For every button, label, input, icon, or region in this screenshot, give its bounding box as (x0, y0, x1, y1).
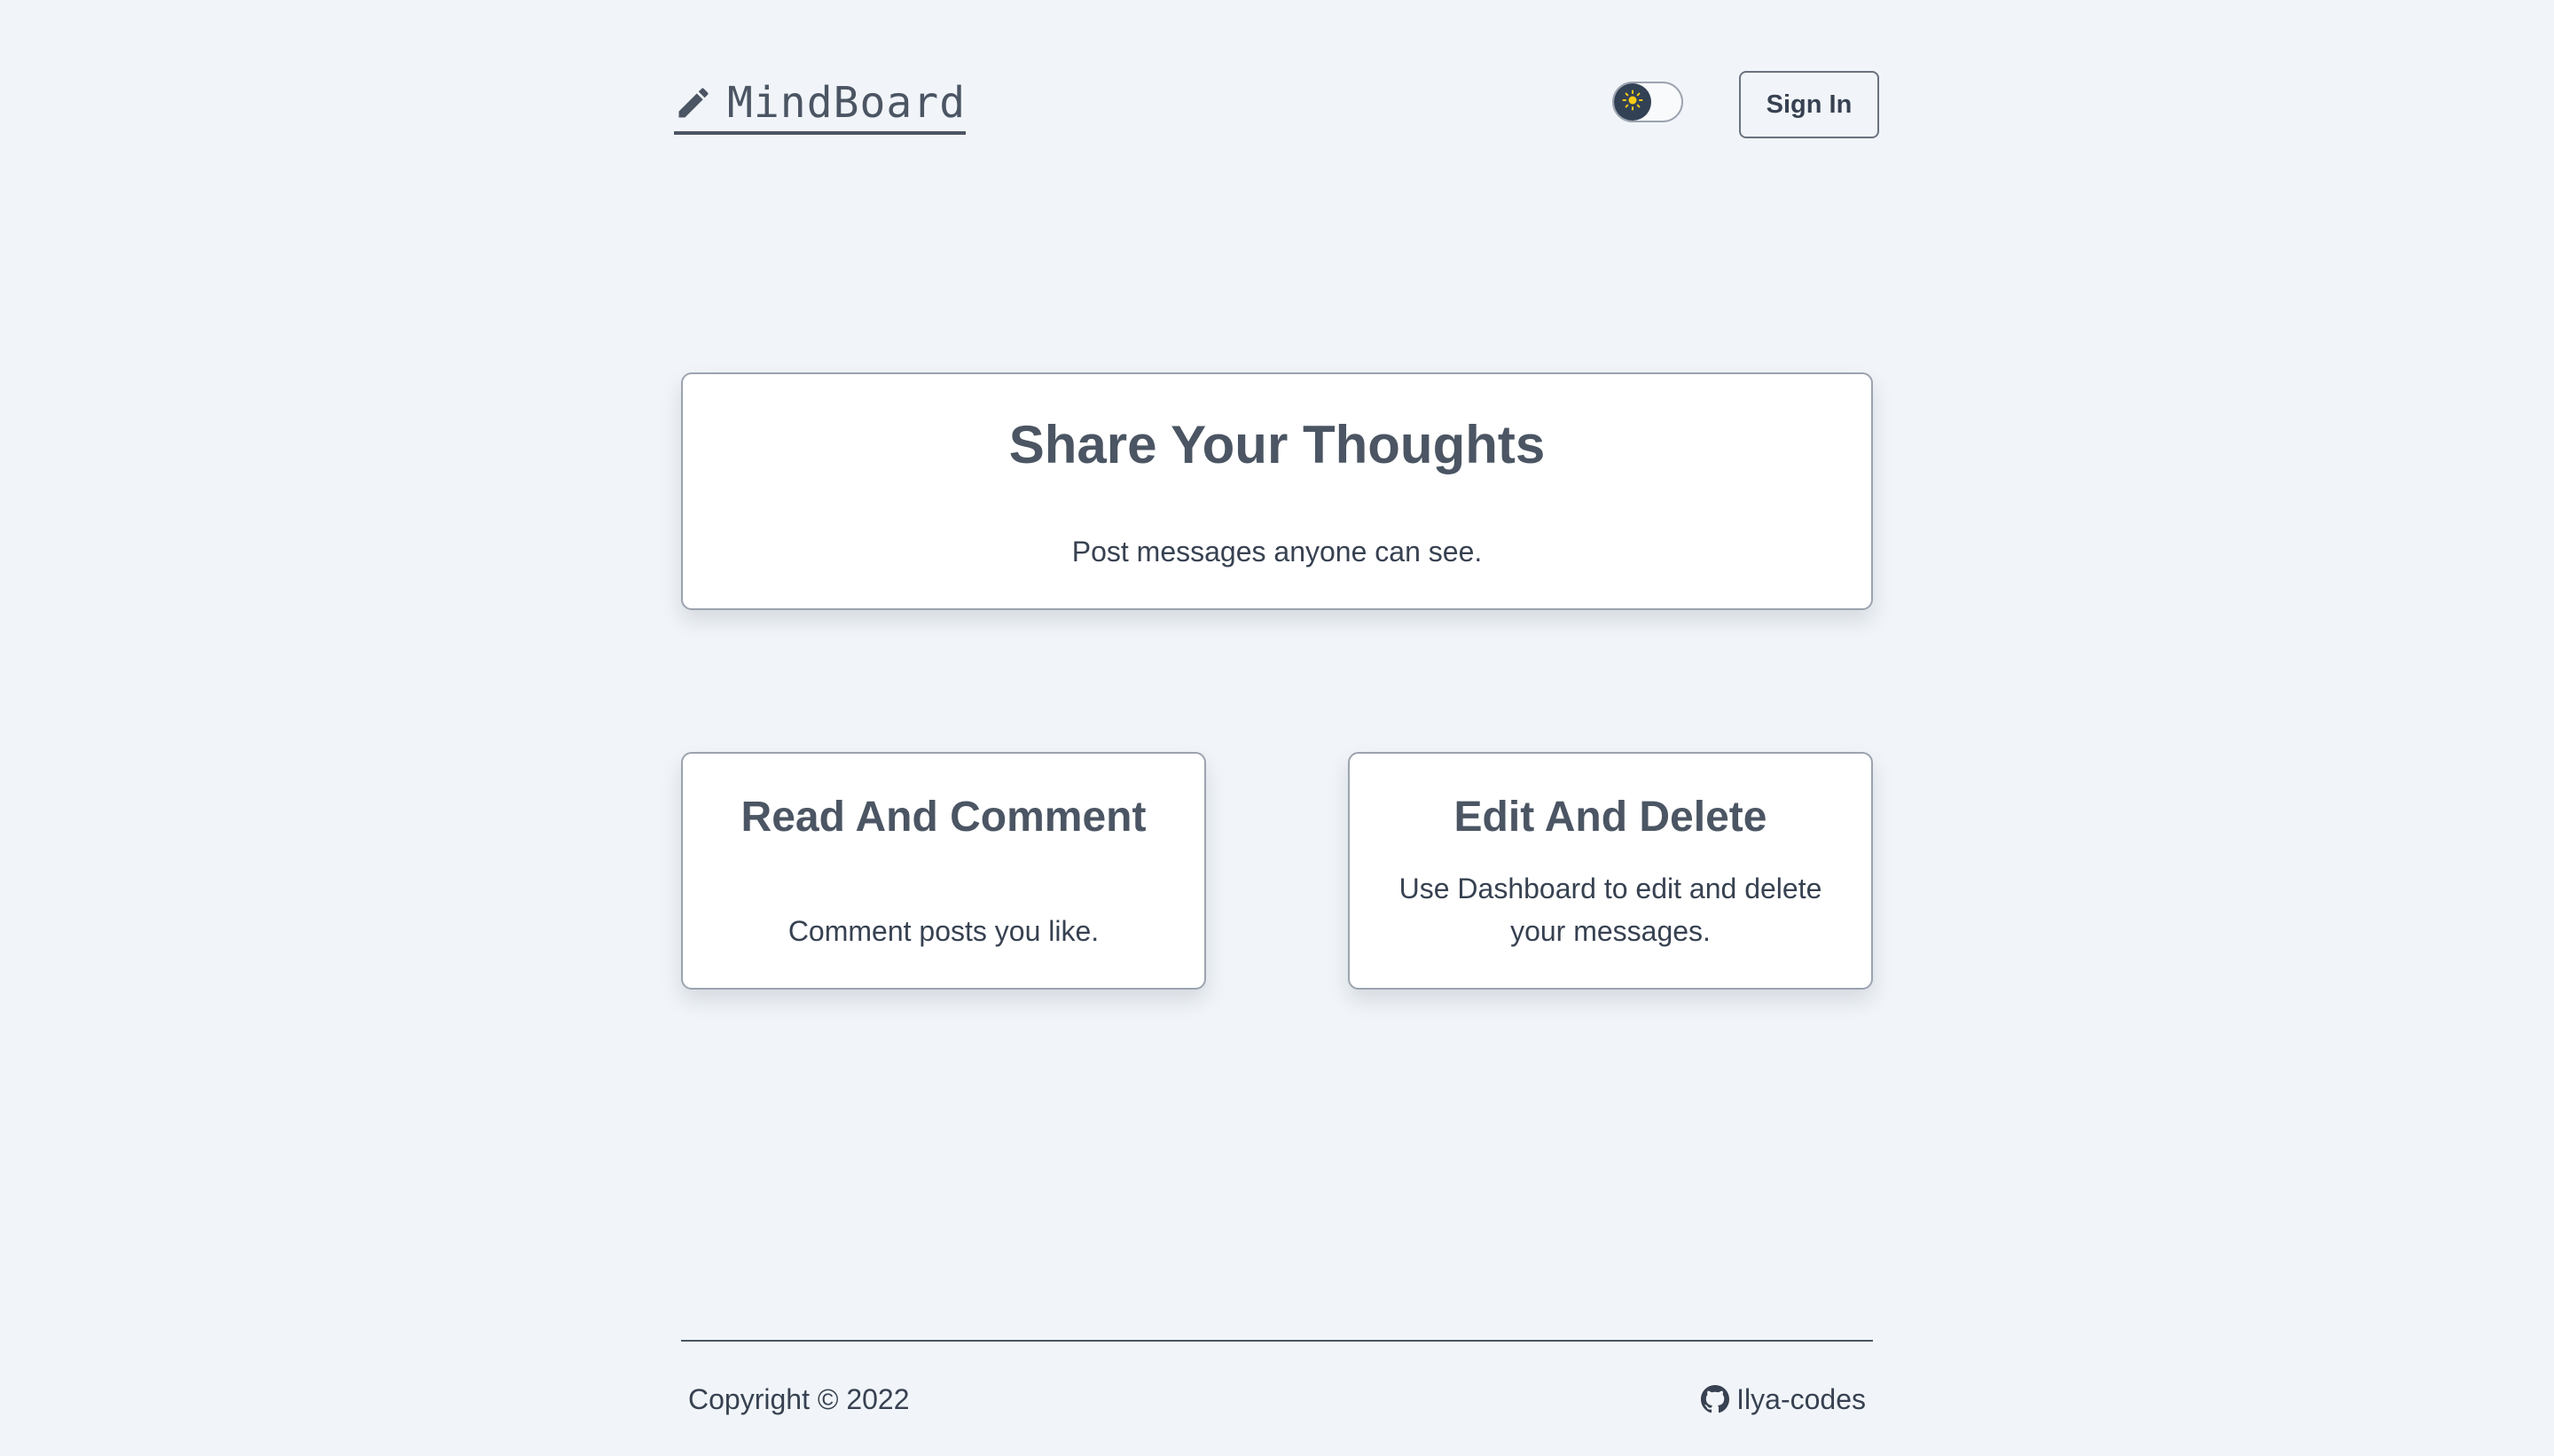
github-icon (1701, 1385, 1730, 1413)
copyright-text: Copyright © 2022 (688, 1383, 910, 1415)
sign-in-button[interactable]: Sign In (1739, 71, 1879, 138)
logo-text: MindBoard (727, 78, 967, 128)
github-link[interactable]: Ilya-codes (1701, 1382, 1866, 1417)
github-label: Ilya-codes (1736, 1383, 1866, 1415)
hero-description: Post messages anyone can see. (1071, 536, 1483, 568)
toggle-knob (1614, 83, 1651, 121)
feature-title: Edit And Delete (1453, 794, 1767, 841)
feature-title: Read And Comment (740, 794, 1147, 841)
hero-title: Share Your Thoughts (1008, 415, 1546, 474)
footer-divider (681, 1340, 1873, 1342)
logo-link[interactable]: MindBoard (674, 76, 967, 135)
page-container: MindBoard Sign In Share Your Thoughts Po… (674, 0, 1879, 1456)
feature-card-read-comment: Read And Comment Comment posts you like. (681, 752, 1206, 990)
site-header: MindBoard Sign In (674, 64, 1879, 144)
sun-icon (1622, 90, 1643, 115)
pencil-icon (674, 83, 713, 122)
hero-card: Share Your Thoughts Post messages anyone… (681, 372, 1873, 610)
feature-description: Use Dashboard to edit and delete your me… (1398, 873, 1822, 947)
feature-description: Comment posts you like. (787, 915, 1100, 947)
theme-toggle[interactable] (1612, 82, 1683, 122)
feature-card-edit-delete: Edit And Delete Use Dashboard to edit an… (1348, 752, 1873, 990)
